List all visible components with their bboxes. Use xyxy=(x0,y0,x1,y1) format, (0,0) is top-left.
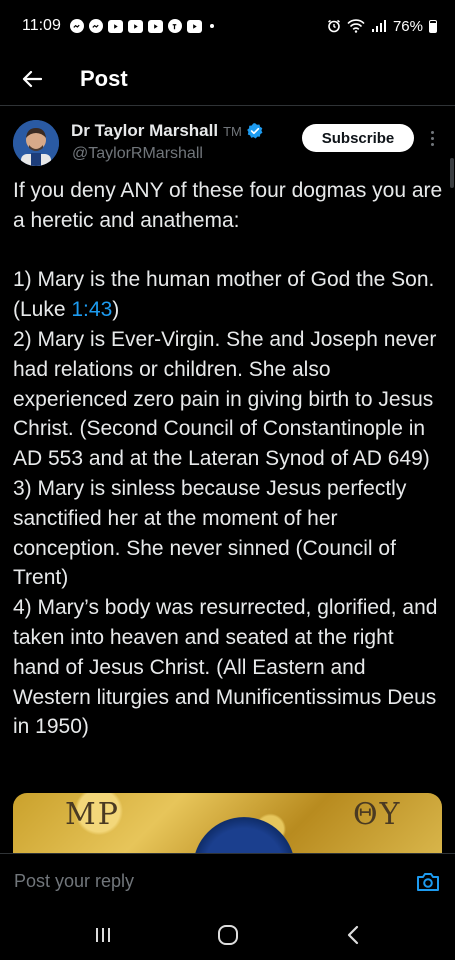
status-left: 11:09 xyxy=(22,17,214,35)
post-point-3: 3) Mary is sinless because Jesus perfect… xyxy=(13,476,413,590)
camera-button[interactable] xyxy=(415,869,441,895)
post-intro: If you deny ANY of these four dogmas you… xyxy=(13,179,449,232)
status-bar: 11:09 76% xyxy=(0,0,455,52)
more-dot xyxy=(430,136,434,140)
recent-apps-icon xyxy=(95,927,110,942)
post-media-image[interactable]: MP ΘY xyxy=(13,793,442,853)
youtube-icon xyxy=(127,19,143,33)
post-author-row: Dr Taylor Marshall TM @TaylorRMarshall S… xyxy=(0,118,455,170)
post-body: If you deny ANY of these four dogmas you… xyxy=(13,176,445,742)
system-nav-bar xyxy=(0,909,455,960)
media-halo xyxy=(193,817,295,853)
youtube-icon xyxy=(186,19,202,33)
more-options-button[interactable] xyxy=(425,126,439,150)
post-point-2: 2) Mary is Ever-Virgin. She and Joseph n… xyxy=(13,327,443,471)
home-icon xyxy=(217,924,238,945)
signal-icon xyxy=(371,20,386,32)
youtube-icon xyxy=(147,19,163,33)
subscribe-button[interactable]: Subscribe xyxy=(302,124,414,152)
more-dot xyxy=(430,130,434,134)
scripture-link[interactable]: 1:43 xyxy=(71,298,112,321)
app-notification-icon xyxy=(167,19,182,33)
status-right: 76% xyxy=(327,18,437,35)
more-notifications-dot xyxy=(209,24,214,28)
camera-icon xyxy=(417,872,439,891)
header: Post xyxy=(0,52,455,106)
page-title: Post xyxy=(80,65,128,91)
messenger-icon xyxy=(88,19,103,33)
media-inscription-left: MP xyxy=(65,797,120,832)
author-name[interactable]: Dr Taylor Marshall xyxy=(71,121,218,141)
avatar[interactable] xyxy=(13,120,59,166)
system-back-button[interactable] xyxy=(323,915,383,955)
youtube-icon xyxy=(107,19,123,33)
author-name-line: Dr Taylor Marshall TM xyxy=(71,121,264,141)
home-button[interactable] xyxy=(198,915,258,955)
messenger-icon xyxy=(69,19,84,33)
more-dot xyxy=(430,142,434,146)
battery-icon xyxy=(429,19,437,33)
alarm-icon xyxy=(328,19,340,33)
author-handle[interactable]: @TaylorRMarshall xyxy=(72,145,203,163)
status-time: 11:09 xyxy=(22,17,61,34)
back-button[interactable] xyxy=(0,52,64,106)
post-point-1-close: ) xyxy=(112,298,120,322)
scrollbar[interactable] xyxy=(450,158,454,188)
recent-apps-button[interactable] xyxy=(73,915,133,955)
post-point-4: 4) Mary’s body was resurrected, glorifie… xyxy=(13,596,444,739)
battery-percent: 76% xyxy=(392,17,423,35)
avatar-image xyxy=(13,120,59,166)
author-badge-text: TM xyxy=(223,123,242,139)
back-arrow-icon xyxy=(22,70,42,87)
chevron-left-icon xyxy=(347,925,358,944)
post-point-1: 1) Mary is the human mother of God the S… xyxy=(13,268,440,321)
reply-bar: Post your reply xyxy=(0,853,455,909)
wifi-icon xyxy=(347,19,365,33)
media-inscription-right: ΘY xyxy=(353,797,402,832)
verified-badge-icon xyxy=(247,123,263,139)
reply-input[interactable]: Post your reply xyxy=(14,871,134,892)
